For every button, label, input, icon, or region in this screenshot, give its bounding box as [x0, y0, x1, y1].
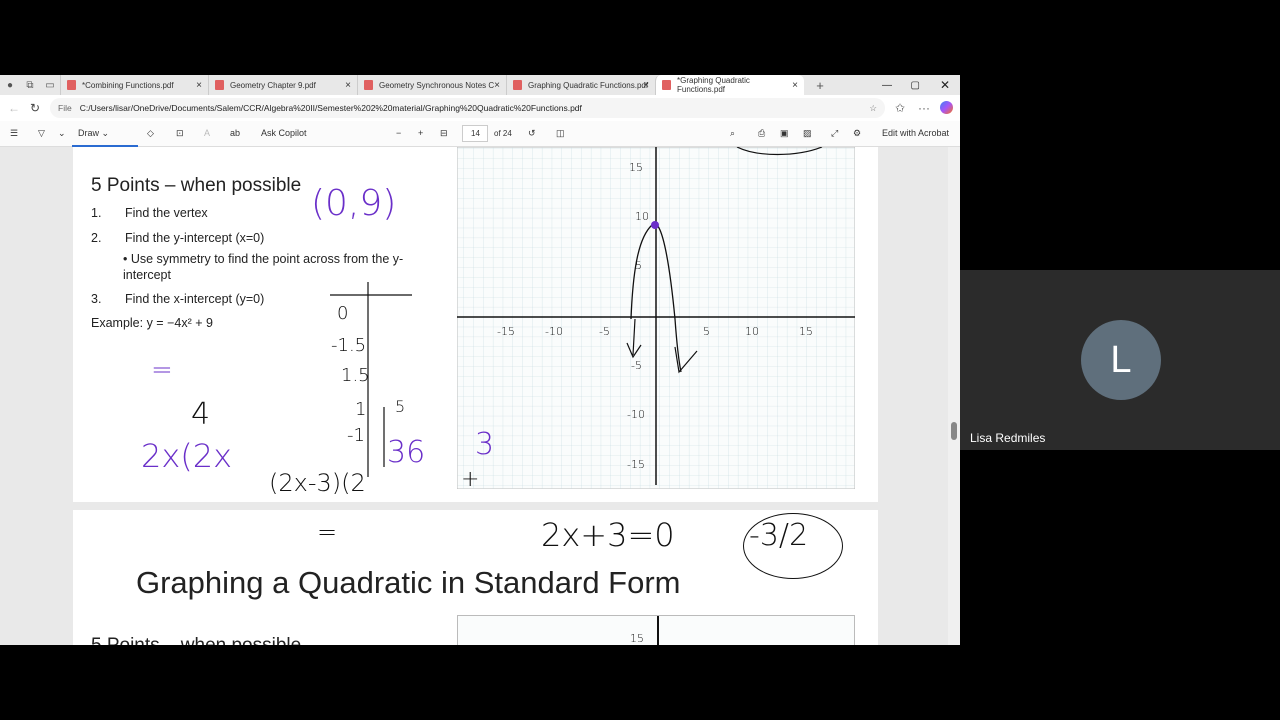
browser-window: ● ⧉ ▭ *Combining Functions.pdf × Geometry…	[0, 75, 960, 645]
fit-icon[interactable]: ⊟	[440, 128, 448, 139]
print-icon[interactable]: ⎙	[758, 128, 765, 139]
pdf-page-14: 5 Points – when possible 1. Find the vert…	[73, 147, 878, 502]
favorite-icon[interactable]: ☆	[869, 103, 877, 114]
text-box-icon[interactable]: ⊡	[176, 128, 184, 139]
maximize-button[interactable]: ▢	[911, 80, 920, 91]
page-title: 5 Points – when possible	[91, 175, 302, 196]
step-1: 1. Find the vertex	[91, 206, 208, 220]
back-icon[interactable]: ←	[8, 101, 20, 115]
pdf-icon	[67, 80, 76, 90]
highlight-icon[interactable]: ▽	[38, 128, 45, 139]
refresh-icon[interactable]: ↻	[30, 101, 40, 115]
copilot-icon[interactable]	[940, 101, 953, 114]
minimize-button[interactable]: —	[882, 80, 892, 91]
coordinate-grid	[457, 147, 855, 489]
example: Example: y = −4x² + 9	[91, 316, 213, 330]
pdf-icon	[215, 80, 224, 90]
save-as-icon[interactable]: ▨	[803, 128, 812, 139]
page2-grid: 15	[457, 615, 855, 645]
vertex-point	[651, 221, 659, 229]
pdf-icon	[513, 80, 522, 90]
pdf-toolbar: ☰ ▽ ⌄ Draw ⌄ ◇ ⊡ A ab Ask Copilot − + ⊟ …	[0, 121, 960, 147]
profile-icon[interactable]: ●	[0, 80, 20, 91]
zoom-in-button[interactable]: +	[418, 128, 423, 138]
search-icon[interactable]: ⌕	[730, 128, 735, 139]
close-icon[interactable]: ×	[345, 80, 351, 91]
tab-graphing[interactable]: Graphing Quadratic Functions.pdf ×	[506, 75, 655, 95]
save-icon[interactable]: ▣	[780, 128, 789, 139]
pdf-icon	[364, 80, 373, 90]
page-number-input[interactable]: 14	[462, 125, 488, 142]
workspaces-icon[interactable]: ⧉	[20, 80, 40, 91]
address-bar-row: ← ↻ File C:/Users/lisar/OneDrive/Documen…	[0, 95, 960, 121]
file-label: File	[58, 103, 72, 113]
new-tab-button[interactable]: +	[810, 78, 830, 93]
avatar: L	[1081, 320, 1161, 400]
pdf-viewer[interactable]: 5 Points – when possible 1. Find the vert…	[0, 147, 960, 645]
page-gap	[73, 502, 878, 510]
tab-actions-icon[interactable]: ▭	[40, 80, 60, 91]
more-icon[interactable]: ···	[918, 101, 930, 115]
ask-copilot-button[interactable]: Ask Copilot	[261, 128, 307, 138]
edit-with-acrobat-button[interactable]: Edit with Acrobat	[882, 128, 949, 138]
fullscreen-icon[interactable]: ⤢	[831, 128, 838, 139]
page-view-icon[interactable]: ◫	[556, 128, 565, 139]
eraser-icon[interactable]: ◇	[147, 128, 154, 139]
rotate-icon[interactable]: ↺	[528, 128, 536, 139]
read-aloud-icon[interactable]: ab	[230, 128, 240, 138]
close-icon[interactable]: ×	[196, 80, 202, 91]
chevron-down-icon[interactable]: ⌄	[58, 128, 66, 139]
page2-subtitle: 5 Points – when possible	[91, 635, 301, 645]
participant-name: Lisa Redmiles	[970, 431, 1046, 445]
step-2: 2. Find the y-intercept (x=0)	[91, 231, 265, 245]
close-icon[interactable]: ×	[494, 79, 500, 91]
scrollbar[interactable]	[948, 147, 960, 645]
tab-graphing-active[interactable]: *Graphing Quadratic Functions.pdf ×	[655, 75, 804, 95]
text-format-icon: A	[204, 128, 211, 138]
address-input[interactable]: File C:/Users/lisar/OneDrive/Documents/S…	[50, 98, 885, 118]
participant-tile: L Lisa Redmiles	[960, 270, 1280, 450]
pdf-icon	[662, 80, 671, 90]
draw-button[interactable]: Draw ⌄	[72, 121, 138, 147]
step-3: 3. Find the x-intercept (y=0)	[91, 292, 265, 306]
tab-geometry-ch9[interactable]: Geometry Chapter 9.pdf ×	[208, 75, 357, 95]
page-count: of 24	[494, 129, 512, 138]
gear-icon[interactable]: ⚙	[853, 128, 861, 139]
pdf-page-15: = 2x+3=0 -3/2 Graphing a Quadratic in St…	[73, 510, 878, 645]
tab-combining[interactable]: *Combining Functions.pdf ×	[60, 75, 208, 95]
contents-icon[interactable]: ☰	[10, 128, 18, 139]
tab-geometry-notes[interactable]: Geometry Synchronous Notes Ch ×	[357, 75, 506, 95]
page2-title: Graphing a Quadratic in Standard Form	[136, 565, 681, 600]
scrollbar-thumb[interactable]	[951, 422, 957, 440]
close-window-button[interactable]: ✕	[940, 78, 950, 92]
favorites-icon[interactable]: ✩	[895, 101, 905, 115]
close-icon[interactable]: ×	[643, 80, 649, 91]
tab-bar: ● ⧉ ▭ *Combining Functions.pdf × Geometry…	[0, 75, 960, 95]
close-icon[interactable]: ×	[792, 80, 798, 91]
zoom-out-button[interactable]: −	[396, 128, 401, 138]
